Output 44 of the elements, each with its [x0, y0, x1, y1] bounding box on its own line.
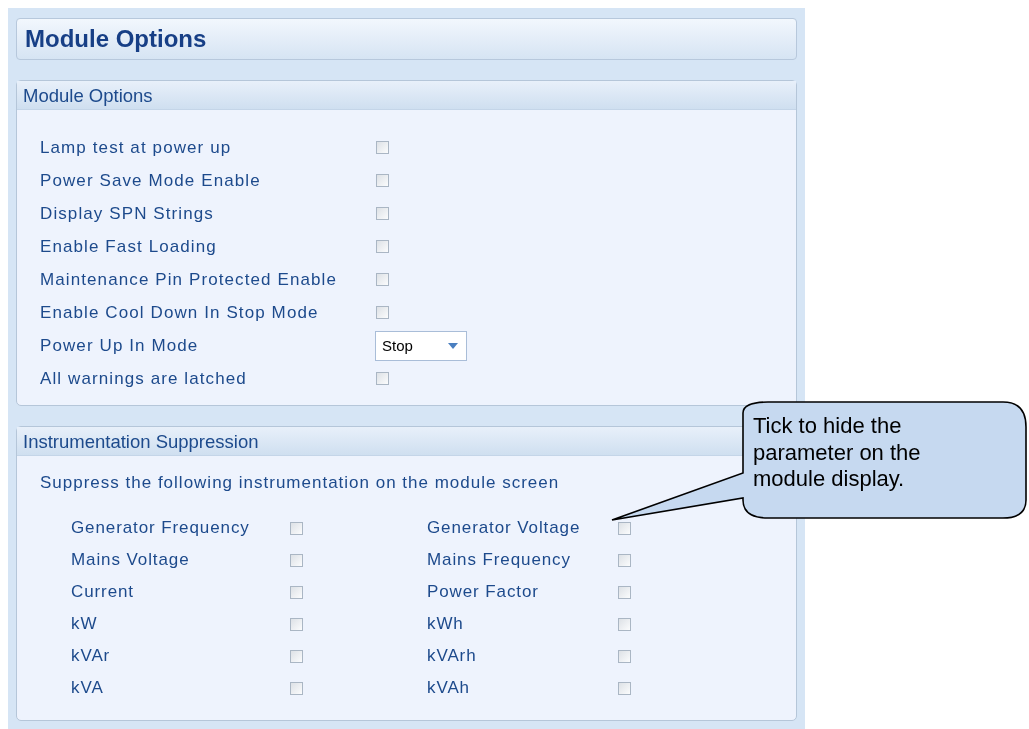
callout-text: Tick to hide the parameter on the module display. — [753, 413, 922, 493]
instrument-label: kW — [71, 614, 99, 634]
option-label: Enable Fast Loading — [40, 236, 218, 257]
option-label: Maintenance Pin Protected Enable — [40, 269, 338, 290]
option-label: All warnings are latched — [40, 368, 248, 389]
option-label: Enable Cool Down In Stop Mode — [40, 302, 320, 323]
instrument-label: Power Factor — [427, 582, 540, 602]
checkbox[interactable] — [618, 649, 631, 663]
checkbox[interactable] — [290, 585, 303, 599]
option-label: Lamp test at power up — [40, 137, 233, 158]
option-label: Power Save Mode Enable — [40, 170, 262, 191]
caret-icon — [448, 342, 458, 349]
checkbox[interactable] — [618, 553, 631, 567]
checkbox[interactable] — [290, 617, 303, 631]
instrument-label: Mains Frequency — [427, 550, 572, 570]
checkbox[interactable] — [290, 649, 303, 663]
checkbox[interactable] — [290, 681, 303, 695]
checkbox[interactable] — [290, 521, 303, 535]
checkbox[interactable] — [376, 174, 389, 187]
instrument-label: Generator Voltage — [427, 518, 582, 538]
instrument-label: kWh — [427, 614, 465, 634]
checkbox[interactable] — [618, 617, 631, 631]
instrument-label: kVAr — [71, 646, 112, 666]
checkbox[interactable] — [376, 306, 389, 319]
option-label: Display SPN Strings — [40, 203, 215, 224]
option-label: Power Up In Mode — [40, 335, 200, 356]
checkbox[interactable] — [376, 240, 389, 253]
instrument-label: kVAh — [427, 678, 471, 698]
group-title: Module Options — [17, 81, 796, 110]
page-title: Module Options — [16, 18, 797, 60]
checkbox[interactable] — [376, 372, 389, 385]
checkbox[interactable] — [376, 207, 389, 220]
checkbox[interactable] — [618, 681, 631, 695]
instrument-label: Mains Voltage — [71, 550, 191, 570]
checkbox[interactable] — [618, 585, 631, 599]
instrument-label: kVArh — [427, 646, 478, 666]
checkbox[interactable] — [290, 553, 303, 567]
instrument-label: kVA — [71, 678, 105, 698]
mode-dropdown[interactable]: Stop — [375, 330, 467, 361]
checkbox[interactable] — [376, 273, 389, 286]
instrument-label: Generator Frequency — [71, 518, 251, 538]
instrument-label: Current — [71, 582, 135, 602]
checkbox[interactable] — [618, 521, 631, 535]
checkbox[interactable] — [376, 141, 389, 154]
